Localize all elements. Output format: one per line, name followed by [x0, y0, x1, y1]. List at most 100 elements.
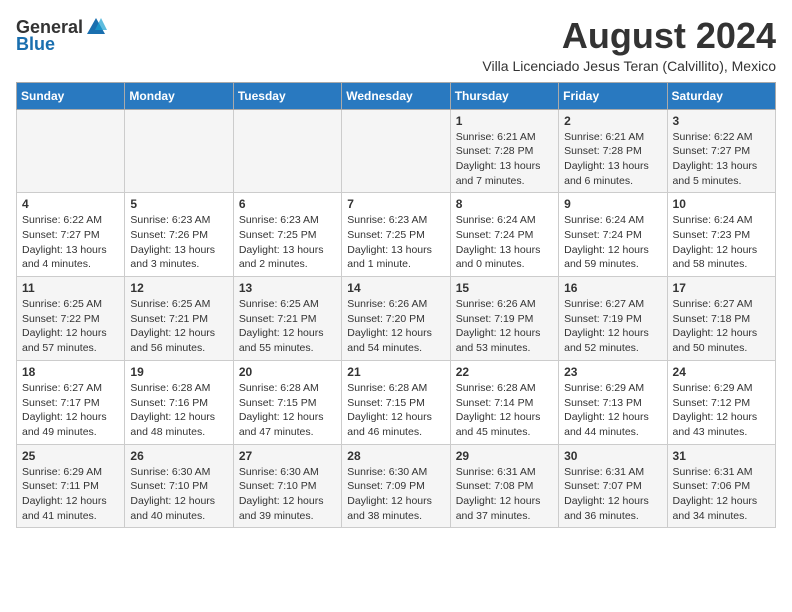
- day-info: Sunrise: 6:31 AM Sunset: 7:06 PM Dayligh…: [673, 465, 770, 524]
- day-info: Sunrise: 6:31 AM Sunset: 7:07 PM Dayligh…: [564, 465, 661, 524]
- day-number: 5: [130, 197, 227, 211]
- calendar-week-4: 18Sunrise: 6:27 AM Sunset: 7:17 PM Dayli…: [17, 360, 776, 444]
- calendar-cell: 21 Sunrise: 6:28 AM Sunset: 7:15 PM Dayli…: [342, 360, 450, 444]
- day-number: 25: [22, 449, 119, 463]
- day-info: Sunrise: 6:27 AM Sunset: 7:19 PM Dayligh…: [564, 297, 661, 356]
- day-info: Sunrise: 6:29 AM Sunset: 7:11 PM Dayligh…: [22, 465, 119, 524]
- day-info: Sunrise: 6:26 AM Sunset: 7:19 PM Dayligh…: [456, 297, 553, 356]
- day-number: 23: [564, 365, 661, 379]
- calendar-header-row: SundayMondayTuesdayWednesdayThursdayFrid…: [17, 82, 776, 109]
- day-info: Sunrise: 6:23 AM Sunset: 7:25 PM Dayligh…: [347, 213, 444, 272]
- day-number: 20: [239, 365, 336, 379]
- day-number: 26: [130, 449, 227, 463]
- day-info: Sunrise: 6:28 AM Sunset: 7:15 PM Dayligh…: [347, 381, 444, 440]
- day-header-saturday: Saturday: [667, 82, 775, 109]
- calendar-cell: 4 Sunrise: 6:22 AM Sunset: 7:27 PM Daylig…: [17, 193, 125, 277]
- calendar-cell: 28Sunrise: 6:30 AM Sunset: 7:09 PM Dayli…: [342, 444, 450, 528]
- calendar-cell: 17Sunrise: 6:27 AM Sunset: 7:18 PM Dayli…: [667, 277, 775, 361]
- day-info: Sunrise: 6:30 AM Sunset: 7:10 PM Dayligh…: [239, 465, 336, 524]
- day-number: 13: [239, 281, 336, 295]
- day-number: 29: [456, 449, 553, 463]
- day-number: 19: [130, 365, 227, 379]
- day-info: Sunrise: 6:30 AM Sunset: 7:10 PM Dayligh…: [130, 465, 227, 524]
- day-info: Sunrise: 6:29 AM Sunset: 7:12 PM Dayligh…: [673, 381, 770, 440]
- calendar-cell: 12 Sunrise: 6:25 AM Sunset: 7:21 PM Dayli…: [125, 277, 233, 361]
- day-number: 27: [239, 449, 336, 463]
- day-number: 11: [22, 281, 119, 295]
- day-info: Sunrise: 6:27 AM Sunset: 7:17 PM Dayligh…: [22, 381, 119, 440]
- calendar-cell: 20Sunrise: 6:28 AM Sunset: 7:15 PM Dayli…: [233, 360, 341, 444]
- day-number: 31: [673, 449, 770, 463]
- page-header: General Blue August 2024 Villa Licenciad…: [16, 16, 776, 74]
- calendar-cell: 13 Sunrise: 6:25 AM Sunset: 7:21 PM Dayli…: [233, 277, 341, 361]
- calendar-cell: 16 Sunrise: 6:27 AM Sunset: 7:19 PM Dayli…: [559, 277, 667, 361]
- day-info: Sunrise: 6:28 AM Sunset: 7:14 PM Dayligh…: [456, 381, 553, 440]
- calendar-cell: 5 Sunrise: 6:23 AM Sunset: 7:26 PM Daylig…: [125, 193, 233, 277]
- day-number: 2: [564, 114, 661, 128]
- calendar-cell: 29 Sunrise: 6:31 AM Sunset: 7:08 PM Dayli…: [450, 444, 558, 528]
- day-info: Sunrise: 6:26 AM Sunset: 7:20 PM Dayligh…: [347, 297, 444, 356]
- calendar-cell: 9Sunrise: 6:24 AM Sunset: 7:24 PM Daylig…: [559, 193, 667, 277]
- day-header-friday: Friday: [559, 82, 667, 109]
- calendar-cell: [342, 109, 450, 193]
- day-number: 3: [673, 114, 770, 128]
- day-number: 12: [130, 281, 227, 295]
- day-number: 28: [347, 449, 444, 463]
- calendar-cell: 18Sunrise: 6:27 AM Sunset: 7:17 PM Dayli…: [17, 360, 125, 444]
- calendar-cell: [233, 109, 341, 193]
- calendar-cell: [125, 109, 233, 193]
- calendar-week-1: 1 Sunrise: 6:21 AM Sunset: 7:28 PM Daylig…: [17, 109, 776, 193]
- day-info: Sunrise: 6:25 AM Sunset: 7:21 PM Dayligh…: [239, 297, 336, 356]
- day-number: 7: [347, 197, 444, 211]
- day-number: 21: [347, 365, 444, 379]
- day-info: Sunrise: 6:23 AM Sunset: 7:26 PM Dayligh…: [130, 213, 227, 272]
- calendar-cell: 27 Sunrise: 6:30 AM Sunset: 7:10 PM Dayli…: [233, 444, 341, 528]
- calendar-cell: 25 Sunrise: 6:29 AM Sunset: 7:11 PM Dayli…: [17, 444, 125, 528]
- calendar-cell: 7 Sunrise: 6:23 AM Sunset: 7:25 PM Daylig…: [342, 193, 450, 277]
- calendar-cell: [17, 109, 125, 193]
- logo: General Blue: [16, 16, 107, 55]
- day-number: 8: [456, 197, 553, 211]
- calendar-cell: 19 Sunrise: 6:28 AM Sunset: 7:16 PM Dayli…: [125, 360, 233, 444]
- day-info: Sunrise: 6:21 AM Sunset: 7:28 PM Dayligh…: [456, 130, 553, 189]
- day-info: Sunrise: 6:27 AM Sunset: 7:18 PM Dayligh…: [673, 297, 770, 356]
- day-info: Sunrise: 6:29 AM Sunset: 7:13 PM Dayligh…: [564, 381, 661, 440]
- day-number: 4: [22, 197, 119, 211]
- calendar-week-2: 4 Sunrise: 6:22 AM Sunset: 7:27 PM Daylig…: [17, 193, 776, 277]
- calendar-cell: 6 Sunrise: 6:23 AM Sunset: 7:25 PM Daylig…: [233, 193, 341, 277]
- calendar-cell: 22 Sunrise: 6:28 AM Sunset: 7:14 PM Dayli…: [450, 360, 558, 444]
- day-number: 24: [673, 365, 770, 379]
- day-info: Sunrise: 6:28 AM Sunset: 7:16 PM Dayligh…: [130, 381, 227, 440]
- day-number: 30: [564, 449, 661, 463]
- day-header-thursday: Thursday: [450, 82, 558, 109]
- day-info: Sunrise: 6:23 AM Sunset: 7:25 PM Dayligh…: [239, 213, 336, 272]
- day-number: 22: [456, 365, 553, 379]
- calendar-table: SundayMondayTuesdayWednesdayThursdayFrid…: [16, 82, 776, 529]
- location-title: Villa Licenciado Jesus Teran (Calvillito…: [107, 58, 776, 74]
- day-number: 9: [564, 197, 661, 211]
- day-number: 6: [239, 197, 336, 211]
- calendar-cell: 15 Sunrise: 6:26 AM Sunset: 7:19 PM Dayli…: [450, 277, 558, 361]
- calendar-cell: 24 Sunrise: 6:29 AM Sunset: 7:12 PM Dayli…: [667, 360, 775, 444]
- day-number: 1: [456, 114, 553, 128]
- calendar-cell: 31 Sunrise: 6:31 AM Sunset: 7:06 PM Dayli…: [667, 444, 775, 528]
- day-info: Sunrise: 6:22 AM Sunset: 7:27 PM Dayligh…: [22, 213, 119, 272]
- logo-icon: [85, 16, 107, 38]
- day-header-tuesday: Tuesday: [233, 82, 341, 109]
- day-info: Sunrise: 6:22 AM Sunset: 7:27 PM Dayligh…: [673, 130, 770, 189]
- day-number: 10: [673, 197, 770, 211]
- calendar-cell: 26 Sunrise: 6:30 AM Sunset: 7:10 PM Dayli…: [125, 444, 233, 528]
- calendar-cell: 1 Sunrise: 6:21 AM Sunset: 7:28 PM Daylig…: [450, 109, 558, 193]
- day-info: Sunrise: 6:25 AM Sunset: 7:21 PM Dayligh…: [130, 297, 227, 356]
- month-title: August 2024: [107, 16, 776, 56]
- calendar-cell: 14Sunrise: 6:26 AM Sunset: 7:20 PM Dayli…: [342, 277, 450, 361]
- day-number: 15: [456, 281, 553, 295]
- calendar-week-5: 25 Sunrise: 6:29 AM Sunset: 7:11 PM Dayli…: [17, 444, 776, 528]
- day-info: Sunrise: 6:21 AM Sunset: 7:28 PM Dayligh…: [564, 130, 661, 189]
- day-header-sunday: Sunday: [17, 82, 125, 109]
- calendar-cell: 2 Sunrise: 6:21 AM Sunset: 7:28 PM Daylig…: [559, 109, 667, 193]
- day-info: Sunrise: 6:31 AM Sunset: 7:08 PM Dayligh…: [456, 465, 553, 524]
- calendar-cell: 23 Sunrise: 6:29 AM Sunset: 7:13 PM Dayli…: [559, 360, 667, 444]
- day-number: 16: [564, 281, 661, 295]
- day-info: Sunrise: 6:24 AM Sunset: 7:23 PM Dayligh…: [673, 213, 770, 272]
